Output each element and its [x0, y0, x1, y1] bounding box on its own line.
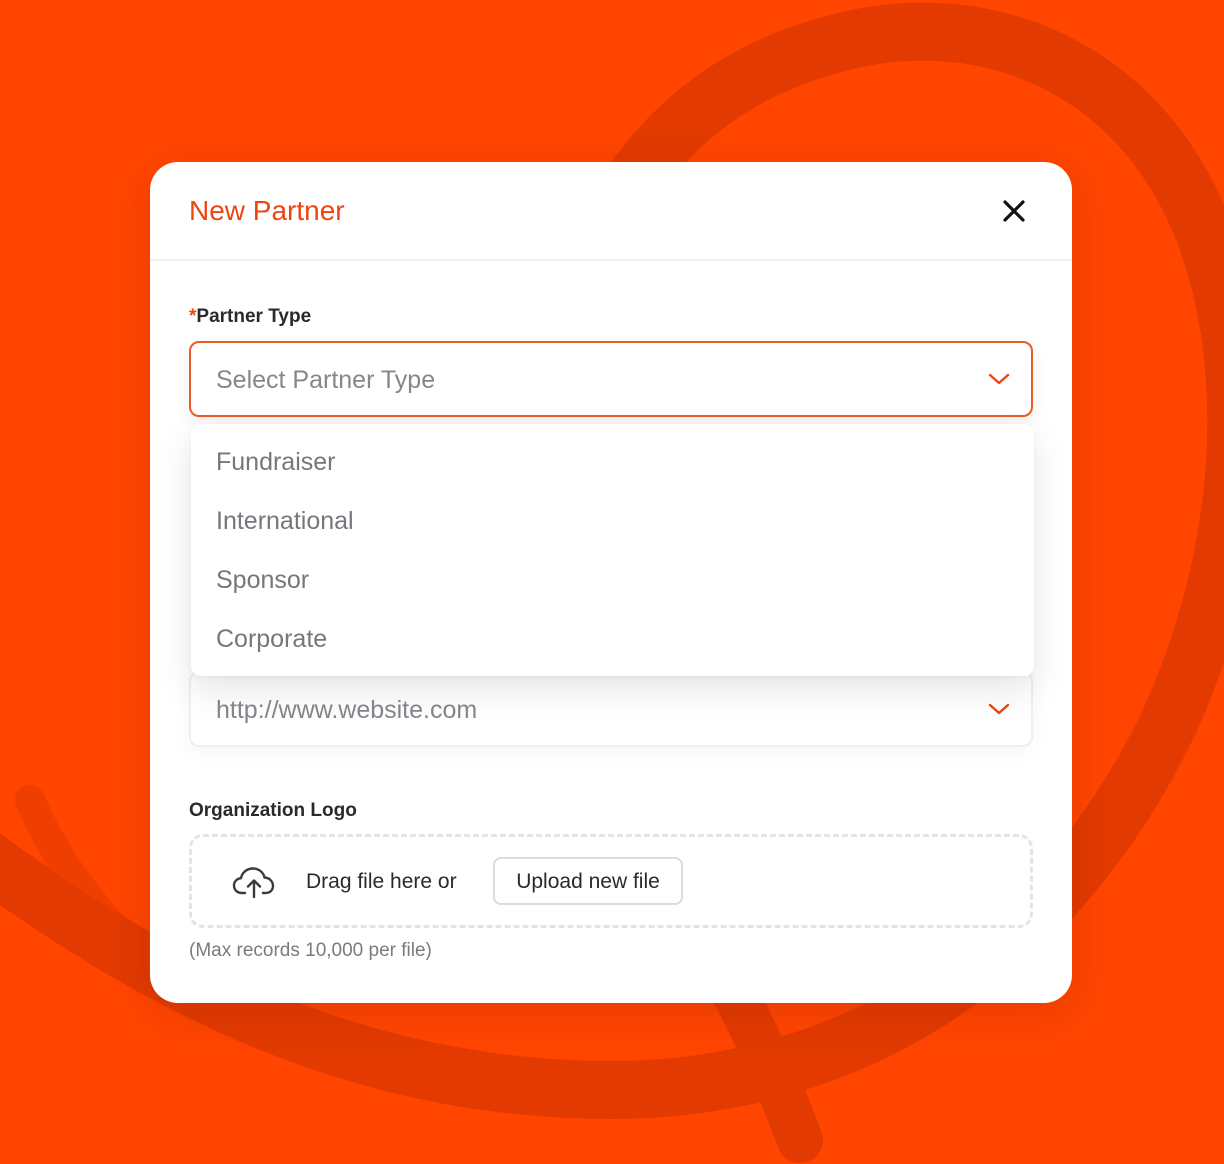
new-partner-modal: New Partner *Partner Type Select Partner… [150, 162, 1072, 1003]
website-placeholder: http://www.website.com [216, 696, 478, 724]
partner-type-select[interactable]: Select Partner Type [189, 341, 1033, 417]
modal-title: New Partner [189, 195, 345, 226]
option-fundraiser[interactable]: Fundraiser [216, 446, 336, 478]
website-select[interactable]: http://www.website.com [189, 671, 1033, 747]
option-sponsor[interactable]: Sponsor [216, 564, 309, 596]
upload-new-file-button[interactable]: Upload new file [493, 857, 683, 905]
partner-type-label-text: Partner Type [196, 306, 312, 327]
cloud-upload-icon [232, 867, 275, 899]
option-international[interactable]: International [216, 505, 354, 537]
partner-type-dropdown: Fundraiser International Sponsor Corpora… [191, 424, 1034, 676]
modal-header: New Partner [150, 162, 1072, 261]
option-corporate[interactable]: Corporate [216, 623, 327, 655]
organization-logo-label: Organization Logo [189, 800, 357, 821]
close-button[interactable] [998, 195, 1030, 227]
upload-hint: (Max records 10,000 per file) [189, 940, 432, 961]
upload-button-label: Upload new file [516, 870, 660, 893]
logo-drop-zone[interactable]: Drag file here or Upload new file [189, 834, 1033, 928]
close-icon [1003, 200, 1025, 222]
drag-file-text: Drag file here or [306, 870, 457, 893]
chevron-down-icon [988, 373, 1010, 385]
partner-type-placeholder: Select Partner Type [216, 366, 436, 394]
partner-type-label: *Partner Type [189, 305, 311, 329]
chevron-down-icon [988, 703, 1010, 715]
